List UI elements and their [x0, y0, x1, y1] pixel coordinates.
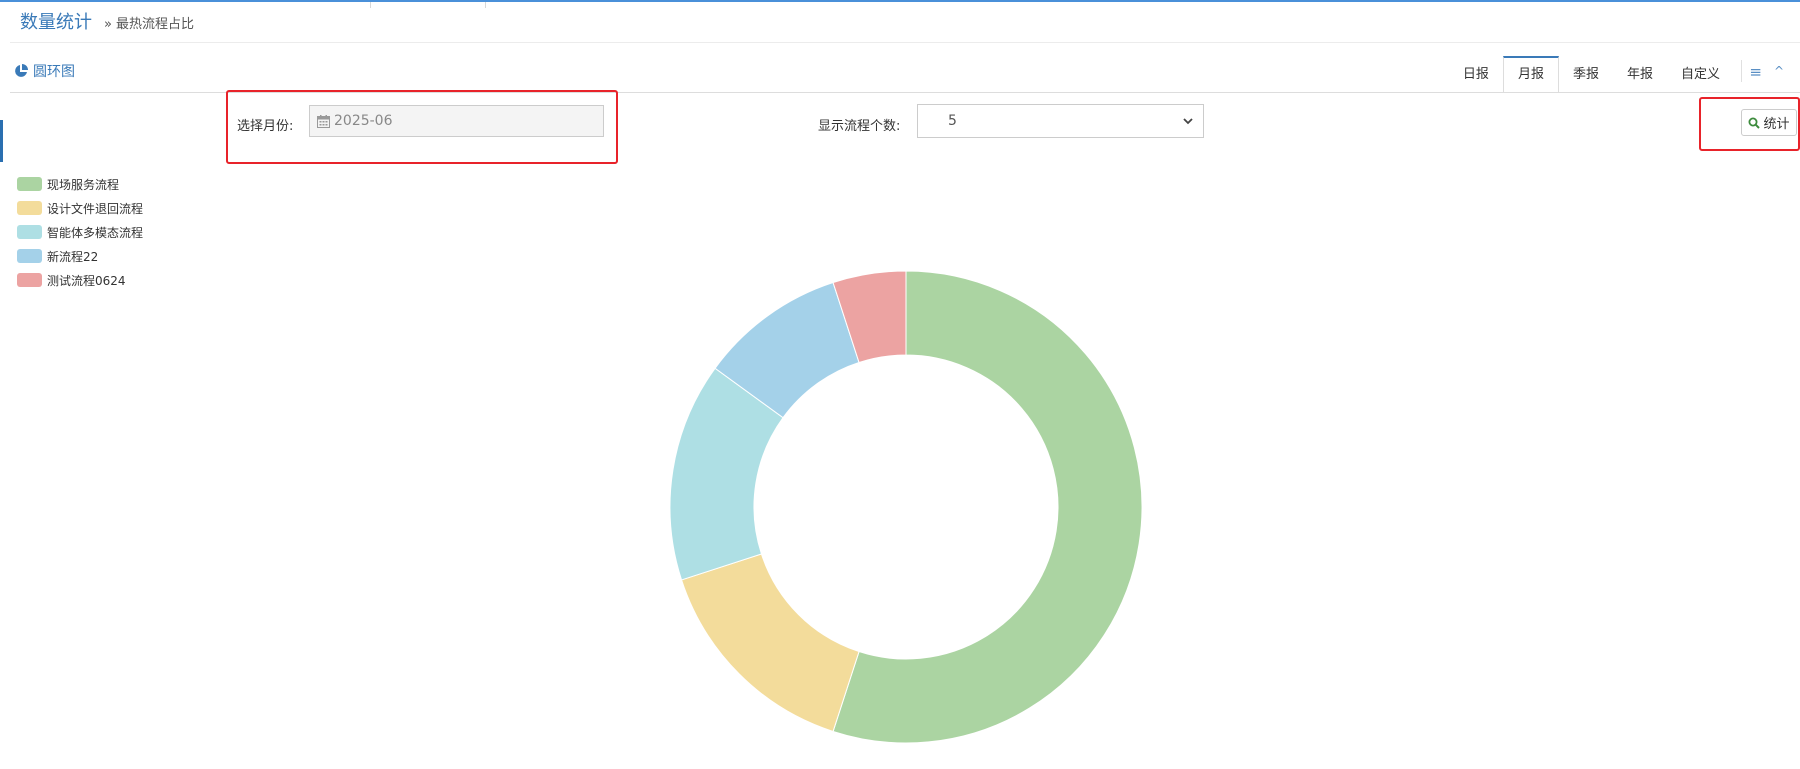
donut-chart [669, 270, 1143, 744]
donut-slice[interactable] [680, 553, 860, 733]
